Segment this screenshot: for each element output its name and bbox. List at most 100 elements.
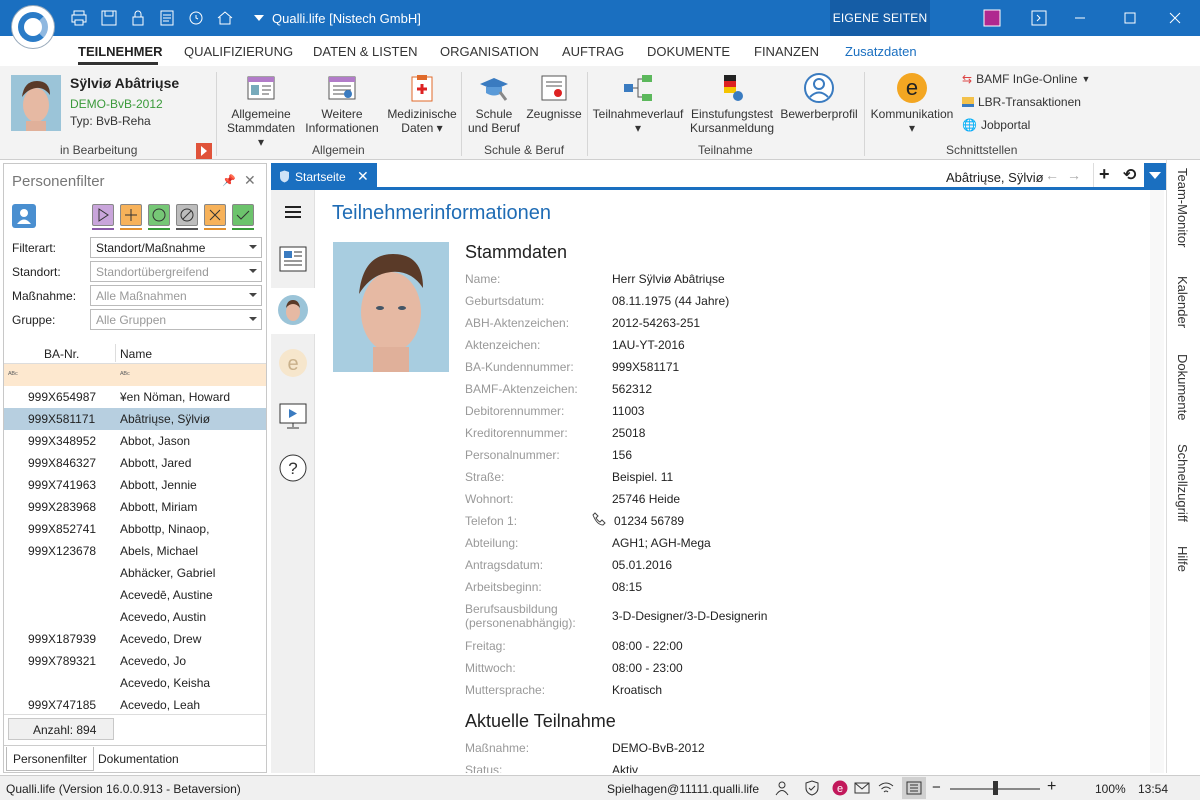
- menu-daten-listen[interactable]: DATEN & LISTEN: [313, 44, 418, 59]
- filter-add-button[interactable]: [120, 204, 142, 226]
- tab-close-icon[interactable]: ✕: [357, 168, 369, 185]
- layout-toggle-icon[interactable]: [902, 777, 926, 799]
- menu-dokumente[interactable]: DOKUMENTE: [647, 44, 730, 59]
- save-icon[interactable]: [100, 9, 118, 27]
- forward-arrow-icon[interactable]: →: [1067, 167, 1081, 183]
- list-item[interactable]: 999X789321 Acevedo, Jo: [4, 650, 266, 672]
- menu-zusatzdaten[interactable]: Zusatzdaten: [845, 44, 917, 59]
- filter-play-button[interactable]: [92, 204, 114, 226]
- home-icon[interactable]: [216, 9, 234, 27]
- tab-personenfilter[interactable]: Personenfilter: [6, 747, 95, 771]
- teilnahmeverlauf-button[interactable]: Teilnahmeverlauf ▾: [592, 72, 684, 135]
- list-item[interactable]: 999X283968 Abbott, Miriam: [4, 496, 266, 518]
- medizinische-daten-button[interactable]: Medizinische Daten ▾: [386, 72, 458, 135]
- user-icon[interactable]: [774, 780, 790, 799]
- filter-blocked-button[interactable]: [176, 204, 198, 226]
- einstufungstest-button[interactable]: Einstufungstest Kursanmeldung: [688, 72, 776, 135]
- tab-hilfe[interactable]: Hilfe: [1175, 546, 1190, 572]
- tab-startseite[interactable]: Startseite ✕: [271, 163, 377, 190]
- app-logo[interactable]: [12, 6, 54, 48]
- content-scrollbar[interactable]: [1150, 190, 1164, 773]
- list-item[interactable]: 999X348952 Abbot, Jason: [4, 430, 266, 452]
- tab-dropdown-button[interactable]: [1144, 163, 1166, 187]
- list-item[interactable]: 999X123678 Abels, Michael: [4, 540, 266, 562]
- menu-qualifizierung[interactable]: QUALIFIZIERUNG: [184, 44, 293, 59]
- lbr-transaktionen-button[interactable]: LBR-Transaktionen: [962, 95, 1081, 109]
- menu-auftrag[interactable]: AUFTRAG: [562, 44, 624, 59]
- news-icon[interactable]: [279, 246, 307, 275]
- column-name[interactable]: Name: [120, 347, 152, 361]
- jobportal-button[interactable]: 🌐 Jobportal: [962, 118, 1030, 132]
- bamf-button[interactable]: ⇆ BAMF InGe-Online ▼: [962, 72, 1090, 86]
- phone-icon[interactable]: [592, 512, 606, 529]
- back-arrow-icon[interactable]: ←: [1045, 167, 1059, 183]
- zoom-out-icon[interactable]: −: [932, 779, 941, 796]
- expand-user-button[interactable]: [196, 143, 212, 159]
- envelope-icon[interactable]: [854, 780, 870, 799]
- presentation-icon[interactable]: [279, 403, 307, 432]
- logged-in-user: Spielhagen@11111.qualli.life: [607, 782, 760, 796]
- e-communication-icon[interactable]: e: [278, 348, 308, 381]
- weitere-informationen-button[interactable]: Weitere Informationen: [304, 72, 380, 135]
- massnahme-select[interactable]: Alle Maßnahmen: [90, 285, 262, 306]
- list-item[interactable]: 999X581171 Abâtriųse, Sÿlviø: [4, 408, 266, 430]
- checklist-icon[interactable]: [158, 9, 176, 27]
- zoom-in-icon[interactable]: +: [1047, 778, 1056, 796]
- minimize-button[interactable]: [1060, 0, 1100, 36]
- list-item[interactable]: 999X187939 Acevedo, Drew: [4, 628, 266, 650]
- bewerberprofil-button[interactable]: Bewerberprofil: [778, 72, 860, 121]
- tab-dokumente[interactable]: Dokumente: [1175, 354, 1190, 420]
- pin-icon[interactable]: 📌: [222, 174, 236, 187]
- close-button[interactable]: [1155, 0, 1195, 36]
- list-item[interactable]: 999X852741 Abbottp, Ninaop,: [4, 518, 266, 540]
- list-item[interactable]: Acevedo, Austin: [4, 606, 266, 628]
- tab-team-monitor[interactable]: Team-Monitor: [1175, 168, 1190, 247]
- tab-kalender[interactable]: Kalender: [1175, 276, 1190, 328]
- reload-icon[interactable]: ⟲: [1123, 165, 1136, 185]
- list-item[interactable]: Acevedē, Austine: [4, 584, 266, 606]
- filter-cancel-button[interactable]: [204, 204, 226, 226]
- wifi-icon[interactable]: [878, 780, 894, 799]
- allgemeine-stammdaten-button[interactable]: Allgemeine Stammdaten ▾: [226, 72, 296, 149]
- column-ba-nr[interactable]: BA-Nr.: [44, 347, 79, 361]
- graduation-cap-icon: [480, 78, 508, 101]
- filter-active-button[interactable]: [148, 204, 170, 226]
- menu-teilnehmer[interactable]: TEILNEHMER: [78, 44, 163, 59]
- abc-filter-icon[interactable]: ᴬᴮᶜ: [8, 370, 18, 379]
- zoom-slider-thumb[interactable]: [993, 781, 998, 795]
- eigene-seiten-button[interactable]: EIGENE SEITEN: [830, 0, 930, 36]
- person-view-tab[interactable]: [271, 288, 315, 334]
- list-item[interactable]: Acevedo, Keisha: [4, 672, 266, 694]
- tab-dokumentation[interactable]: Dokumentation: [92, 747, 185, 771]
- panel-close-icon[interactable]: ✕: [244, 172, 256, 189]
- list-item[interactable]: 999X654987 ¥en Nöman, Howard: [4, 386, 266, 408]
- schule-und-beruf-button[interactable]: Schule und Beruf: [464, 72, 524, 135]
- restore-layout-icon[interactable]: [1030, 9, 1048, 27]
- color-square-icon[interactable]: [983, 9, 1001, 27]
- print-icon[interactable]: [70, 9, 88, 27]
- menu-finanzen[interactable]: FINANZEN: [754, 44, 819, 59]
- list-item[interactable]: 999X741963 Abbott, Jennie: [4, 474, 266, 496]
- person-filter-icon[interactable]: [12, 204, 36, 228]
- zeugnisse-button[interactable]: Zeugnisse: [526, 72, 582, 121]
- abc-filter-icon[interactable]: ᴬᴮᶜ: [120, 370, 130, 379]
- filterart-select[interactable]: Standort/Maßnahme: [90, 237, 262, 258]
- filter-done-button[interactable]: [232, 204, 254, 226]
- shield-check-icon[interactable]: [804, 780, 820, 799]
- standort-select[interactable]: Standortübergreifend: [90, 261, 262, 282]
- menu-organisation[interactable]: ORGANISATION: [440, 44, 539, 59]
- list-item[interactable]: Abhäcker, Gabriel: [4, 562, 266, 584]
- dropdown-arrow-icon[interactable]: [250, 9, 268, 27]
- kommunikation-button[interactable]: e Kommunikation ▾: [868, 72, 956, 135]
- hamburger-menu-icon[interactable]: [283, 204, 303, 223]
- help-icon[interactable]: ?: [279, 454, 307, 485]
- add-icon[interactable]: +: [1099, 164, 1110, 185]
- lock-icon[interactable]: [129, 9, 147, 27]
- refresh-icon[interactable]: [187, 9, 205, 27]
- maximize-button[interactable]: [1110, 0, 1150, 36]
- tab-schnellzugriff[interactable]: Schnellzugriff: [1175, 444, 1190, 522]
- list-item[interactable]: 999X846327 Abbott, Jared: [4, 452, 266, 474]
- e-mail-status-icon[interactable]: e: [832, 780, 848, 799]
- gruppe-select[interactable]: Alle Gruppen: [90, 309, 262, 330]
- list-item[interactable]: 999X747185 Acevedo, Leah: [4, 694, 266, 716]
